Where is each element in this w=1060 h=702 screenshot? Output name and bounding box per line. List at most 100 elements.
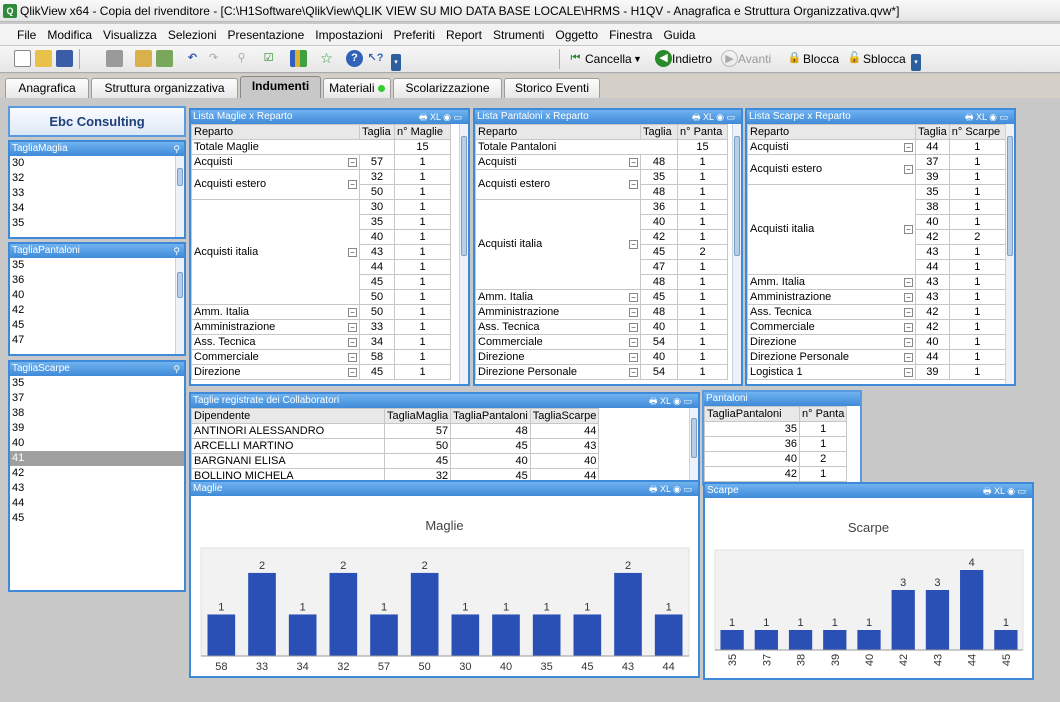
column-header[interactable]: TagliaPantaloni (450, 408, 531, 424)
tab-struttura-organizzativa[interactable]: Struttura organizzativa (91, 78, 238, 98)
menu-report[interactable]: Report (440, 24, 487, 43)
collapse-icon[interactable]: − (629, 307, 638, 317)
collapse-icon[interactable]: − (348, 157, 357, 167)
list-item[interactable]: 38 (10, 406, 184, 421)
new-document-icon[interactable] (14, 50, 31, 67)
reparto-cell[interactable]: Ass. Tecnica − (475, 319, 641, 335)
reparto-cell[interactable]: Ass. Tecnica − (747, 304, 916, 320)
reparto-cell[interactable]: Acquisti estero − (747, 154, 916, 185)
table-row[interactable]: 35 1 (704, 421, 848, 437)
reparto-cell[interactable]: Acquisti estero − (475, 169, 641, 200)
collapse-icon[interactable]: − (629, 352, 638, 362)
table-row[interactable]: ARCELLI MARTINO 50 45 43 (191, 438, 600, 454)
collapse-icon[interactable]: − (348, 247, 357, 257)
search-icon[interactable]: ⚲ (233, 50, 250, 67)
list-item[interactable]: 45 (10, 511, 184, 526)
scrollbar[interactable] (459, 124, 468, 384)
lock-icon[interactable]: 🔒 (786, 50, 803, 67)
toolbar-chevron-icon[interactable]: ▾ (391, 54, 401, 71)
reparto-cell[interactable]: Amministrazione − (747, 289, 916, 305)
menu-file[interactable]: File (0, 24, 41, 43)
collapse-icon[interactable]: − (904, 307, 913, 317)
collapse-icon[interactable]: − (904, 322, 913, 332)
search-icon[interactable]: ⚲ (173, 245, 180, 257)
collapse-icon[interactable]: − (904, 225, 913, 234)
list-item[interactable]: 42 (10, 466, 184, 481)
menu-modifica[interactable]: Modifica (41, 24, 97, 43)
collapse-icon[interactable]: − (629, 322, 638, 332)
open-folder-icon[interactable] (35, 50, 52, 67)
undo-icon[interactable]: ↶ (184, 50, 201, 67)
reparto-cell[interactable]: Direzione Personale − (475, 364, 641, 380)
table-row[interactable]: 36 1 (704, 436, 848, 452)
collapse-icon[interactable]: − (904, 352, 913, 362)
collapse-icon[interactable]: − (629, 367, 638, 377)
collapse-icon[interactable]: − (348, 322, 357, 332)
reparto-cell[interactable]: Direzione Personale − (747, 349, 916, 365)
list-item[interactable]: 45 (10, 318, 184, 333)
menu-guida[interactable]: Guida (657, 24, 700, 43)
menu-preferiti[interactable]: Preferiti (388, 24, 440, 43)
collapse-icon[interactable]: − (904, 277, 913, 287)
menu-strumenti[interactable]: Strumenti (487, 24, 549, 43)
column-header[interactable]: TagliaMaglia (383, 408, 452, 424)
clear-button[interactable]: Cancella (585, 49, 632, 69)
print-icon[interactable] (106, 50, 123, 67)
reparto-cell[interactable]: Acquisti italia − (191, 199, 360, 305)
menu-finestra[interactable]: Finestra (603, 24, 657, 43)
list-item[interactable]: 35 (10, 376, 184, 391)
reparto-cell[interactable]: Logistica 1− (747, 364, 916, 380)
reparto-cell[interactable]: Acquisti − (747, 139, 916, 155)
caption-icons[interactable]: 🖶 XL ◉ ▭ (419, 111, 462, 123)
menu-visualizza[interactable]: Visualizza (97, 24, 162, 43)
search-icon[interactable]: ⚲ (173, 363, 180, 375)
context-help-icon[interactable]: ↖? (367, 50, 384, 67)
tab-indumenti[interactable]: Indumenti (240, 76, 321, 98)
list-item[interactable]: 47 (10, 333, 184, 348)
scrollbar[interactable] (689, 408, 698, 484)
column-header[interactable]: n° Maglie (394, 124, 451, 140)
list-item[interactable]: 34 (10, 201, 184, 216)
clear-icon[interactable]: ⏮ (567, 50, 584, 67)
collapse-icon[interactable]: − (904, 337, 913, 347)
column-header[interactable]: Reparto (475, 124, 641, 140)
column-header[interactable]: TagliaPantaloni (704, 406, 800, 422)
column-header[interactable]: Taglia (915, 124, 950, 140)
list-item[interactable]: 43 (10, 481, 184, 496)
caption-icons[interactable]: 🖶 XL ◉ ▭ (965, 111, 1008, 123)
reparto-cell[interactable]: Direzione − (191, 364, 360, 380)
reparto-cell[interactable]: Amm. Italia − (747, 274, 916, 290)
list-item[interactable]: 40 (10, 436, 184, 451)
redo-icon[interactable]: ↷ (205, 50, 222, 67)
tab-storico-eventi[interactable]: Storico Eventi (504, 78, 600, 98)
collapse-icon[interactable]: − (348, 367, 357, 377)
collapse-icon[interactable]: − (629, 292, 638, 302)
reparto-cell[interactable]: Acquisti − (191, 154, 360, 170)
reload-icon[interactable] (156, 50, 173, 67)
list-item[interactable]: 30 (10, 156, 184, 171)
list-item-selected[interactable]: 41 (10, 451, 184, 466)
scrollbar[interactable] (732, 124, 741, 384)
edit-script-icon[interactable] (135, 50, 152, 67)
clear-dropdown-icon[interactable]: ▼ (633, 49, 642, 69)
reparto-cell[interactable]: Amm. Italia − (191, 304, 360, 320)
caption-icons[interactable]: 🖶 XL ◉ ▭ (649, 395, 692, 407)
unlock-button[interactable]: Sblocca (863, 49, 906, 69)
reparto-cell[interactable]: Acquisti estero − (191, 169, 360, 200)
listbox-taglia-pantaloni[interactable]: TagliaPantaloni ⚲ 35 36 40 42 45 47 (8, 242, 186, 356)
collapse-icon[interactable]: − (629, 337, 638, 347)
menu-oggetto[interactable]: Oggetto (549, 24, 603, 43)
list-item[interactable]: 32 (10, 171, 184, 186)
table-taglie-collaboratori[interactable]: Taglie registrate dei Collaboratori 🖶 XL … (189, 392, 700, 486)
tab-anagrafica[interactable]: Anagrafica (5, 78, 89, 98)
collapse-icon[interactable]: − (629, 180, 638, 189)
collapse-icon[interactable]: − (629, 240, 638, 249)
collapse-icon[interactable]: − (348, 352, 357, 362)
listbox-taglia-maglia[interactable]: TagliaMaglia ⚲ 30 32 33 34 35 (8, 140, 186, 239)
bookmark-star-icon[interactable]: ☆ (318, 50, 335, 67)
list-item[interactable]: 35 (10, 216, 184, 231)
toolbar-chevron-icon[interactable]: ▾ (911, 54, 921, 71)
unlock-icon[interactable]: 🔓 (846, 50, 863, 67)
column-header[interactable]: n° Scarpe (948, 124, 1006, 140)
collapse-icon[interactable]: − (629, 157, 638, 167)
